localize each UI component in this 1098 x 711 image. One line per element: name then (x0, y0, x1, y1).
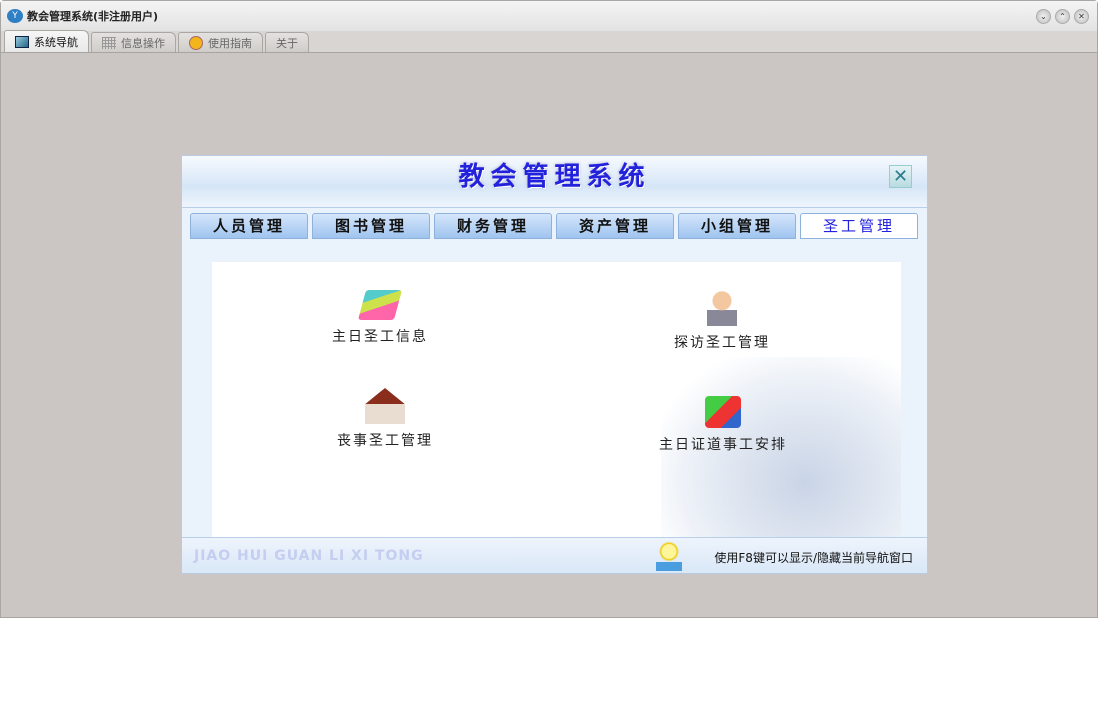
hint-text: 使用F8键可以显示/隐藏当前导航窗口 (714, 551, 913, 565)
tab-about[interactable]: 关于 (265, 32, 309, 52)
app-logo-icon: Y (7, 9, 23, 23)
item-sunday-ministry[interactable]: 主日圣工信息 (332, 290, 428, 346)
tab-library[interactable]: 图书管理 (312, 213, 430, 239)
church-icon (365, 388, 405, 424)
maximize-button[interactable]: ⌃ (1055, 9, 1070, 24)
lightbulb-icon (656, 541, 682, 571)
tab-personnel[interactable]: 人员管理 (190, 213, 308, 239)
window-title: 教会管理系统(非注册用户) (27, 10, 159, 23)
tab-guide[interactable]: 使用指南 (178, 32, 263, 52)
item-funeral[interactable]: 丧事圣工管理 (337, 388, 433, 450)
top-tab-bar: 系统导航 信息操作 使用指南 关于 (1, 30, 1097, 53)
module-tabs: 人员管理 图书管理 财务管理 资产管理 小组管理 圣工管理 (190, 213, 918, 239)
tab-groups[interactable]: 小组管理 (678, 213, 796, 239)
tab-assets[interactable]: 资产管理 (556, 213, 674, 239)
panel-close-button[interactable]: ✕ (889, 165, 912, 188)
tab-ministry[interactable]: 圣工管理 (800, 213, 918, 239)
tab-info-ops[interactable]: 信息操作 (91, 32, 176, 52)
folder-icon (705, 396, 741, 428)
brand-text: JIAO HUI GUAN LI XI TONG (194, 548, 424, 564)
panel-header: 教会管理系统 ✕ (182, 156, 927, 208)
tab-content: 主日圣工信息 探访圣工管理 丧事圣工管理 主日证道事工安排 (212, 262, 901, 537)
help-icon (189, 35, 203, 50)
panel-footer: JIAO HUI GUAN LI XI TONG 使用F8键可以显示/隐藏当前导… (182, 537, 927, 573)
books-icon (357, 290, 403, 320)
tab-finance[interactable]: 财务管理 (434, 213, 552, 239)
item-visitation[interactable]: 探访圣工管理 (674, 290, 770, 352)
person-icon (707, 290, 737, 326)
navigation-panel: 教会管理系统 ✕ 人员管理 图书管理 财务管理 资产管理 小组管理 圣工管理 主… (181, 155, 928, 574)
title-bar: Y 教会管理系统(非注册用户) ⌄ ⌃ ✕ (1, 1, 1097, 31)
minimize-button[interactable]: ⌄ (1036, 9, 1051, 24)
grid-icon (102, 36, 116, 49)
close-button[interactable]: ✕ (1074, 9, 1089, 24)
panel-title: 教会管理系统 (458, 162, 651, 192)
item-sermon-schedule[interactable]: 主日证道事工安排 (659, 396, 787, 454)
monitor-icon (15, 35, 29, 48)
tab-system-nav[interactable]: 系统导航 (4, 30, 89, 52)
